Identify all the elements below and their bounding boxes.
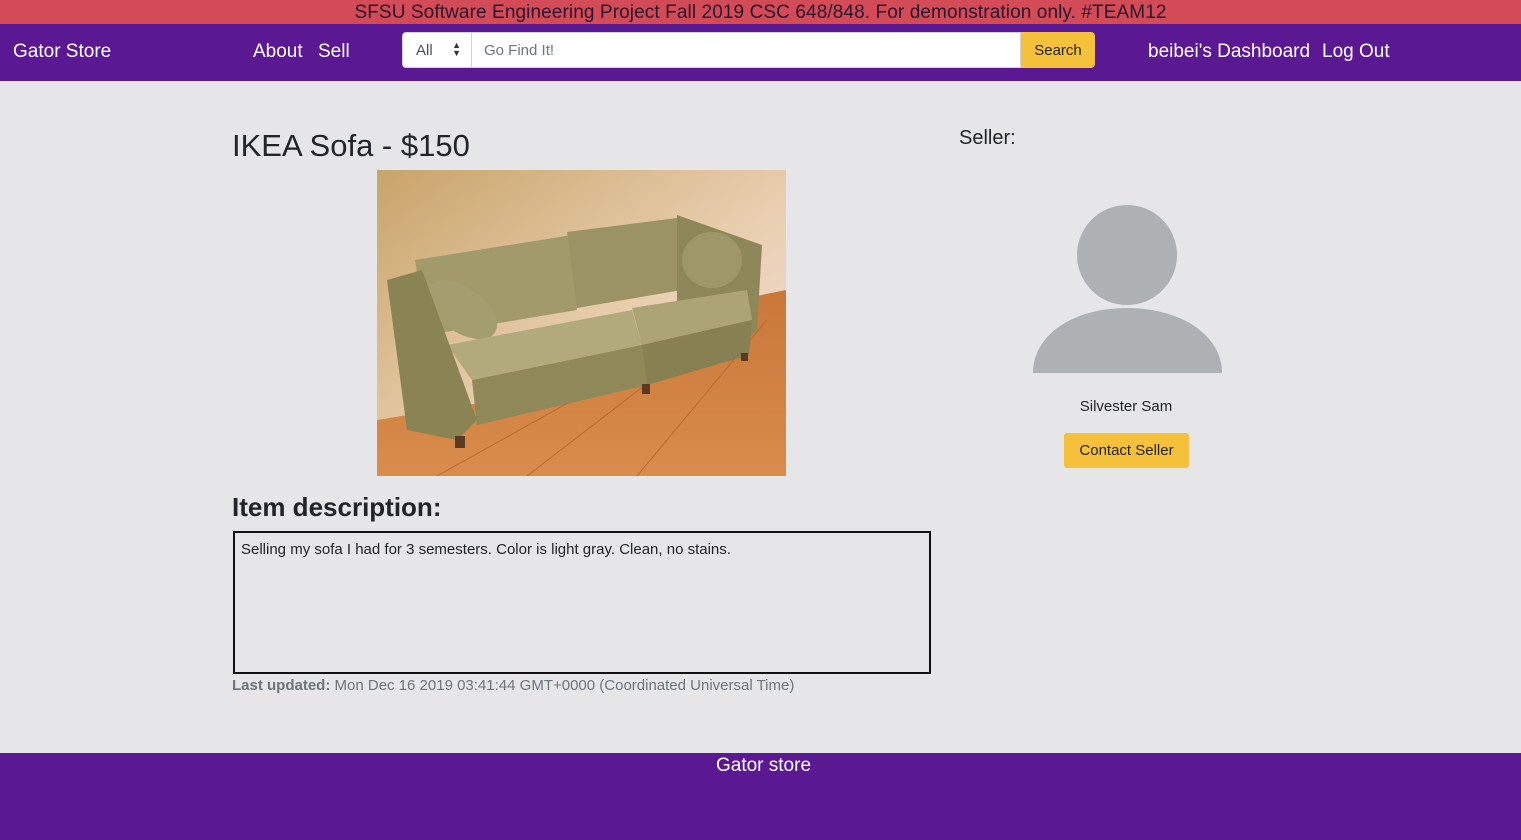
nav-sell-link[interactable]: Sell	[318, 41, 350, 63]
contact-seller-button[interactable]: Contact Seller	[1064, 433, 1189, 468]
item-photo	[377, 170, 786, 476]
user-placeholder-icon	[1033, 205, 1222, 373]
item-title: IKEA Sofa - $150	[232, 128, 470, 163]
search-button[interactable]: Search	[1021, 32, 1095, 68]
footer-text: Gator store	[715, 755, 812, 776]
search-bar: All ▲▼ Search	[402, 32, 1095, 68]
demo-banner: SFSU Software Engineering Project Fall 2…	[0, 0, 1521, 24]
last-updated-value: Mon Dec 16 2019 03:41:44 GMT+0000 (Coord…	[334, 677, 795, 694]
seller-label: Seller:	[959, 127, 1016, 149]
last-updated-label: Last updated:	[232, 677, 331, 694]
top-navbar: Gator Store About Sell All ▲▼ Search bei…	[0, 24, 1521, 81]
demo-banner-text: SFSU Software Engineering Project Fall 2…	[354, 2, 1167, 23]
nav-about-link[interactable]: About	[253, 41, 303, 63]
category-select[interactable]: All ▲ ▼	[402, 32, 472, 68]
footer: Gator store	[0, 753, 1521, 840]
brand-link[interactable]: Gator Store	[13, 41, 111, 63]
seller-avatar	[1033, 200, 1223, 375]
search-input[interactable]	[472, 32, 1021, 68]
seller-name: Silvester Sam	[1079, 398, 1173, 415]
description-heading: Item description:	[232, 492, 442, 522]
nav-logout-link[interactable]: Log Out	[1322, 41, 1390, 63]
category-select-value: All	[416, 42, 433, 59]
item-description: Selling my sofa I had for 3 semesters. C…	[233, 531, 931, 674]
sofa-photo-illustration	[377, 170, 786, 476]
last-updated: Last updated: Mon Dec 16 2019 03:41:44 G…	[232, 677, 794, 694]
select-arrows-icon: ▲ ▼	[452, 40, 461, 58]
nav-dashboard-link[interactable]: beibei's Dashboard	[1148, 41, 1310, 63]
